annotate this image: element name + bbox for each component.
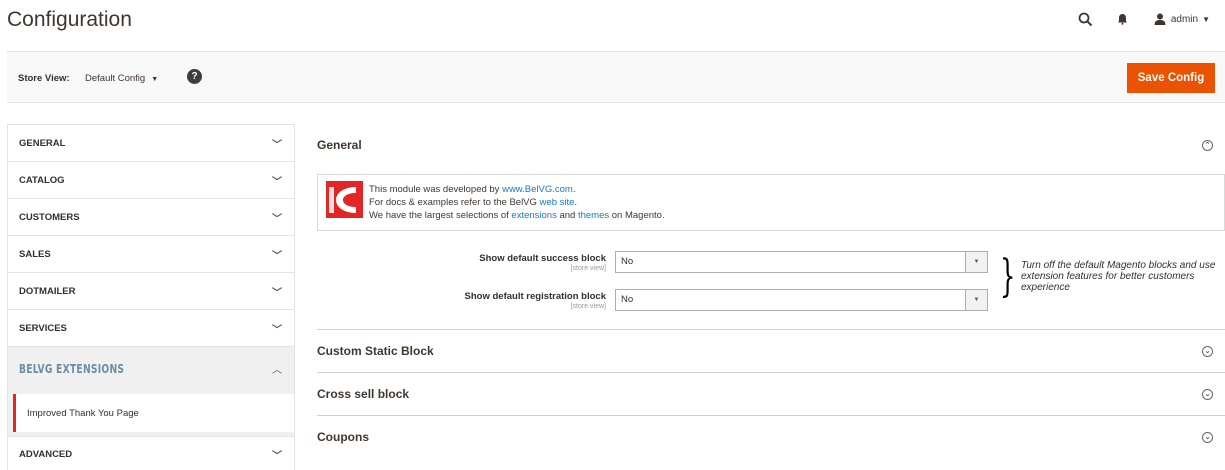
info-text: For docs & examples refer to the BelVG	[369, 197, 540, 208]
belvg-site-link[interactable]: www.BelVG.com	[502, 184, 573, 195]
field-scope: [store view]	[570, 303, 606, 310]
info-text: and	[556, 210, 578, 221]
sidebar-item-label: DOTMAILER	[19, 285, 76, 297]
sidebar-item-label: SERVICES	[19, 322, 67, 334]
store-view-switcher[interactable]: Default Config ▼	[85, 73, 158, 84]
header-actions: admin ▼	[1075, 10, 1210, 28]
module-info-text: This module was developed by www.BelVG.c…	[369, 183, 665, 222]
brace-icon: }	[1000, 251, 1016, 302]
store-view-bar: Store View: Default Config ▼ ? Save Confi…	[7, 51, 1225, 103]
store-view-value: Default Config	[85, 73, 146, 84]
help-icon[interactable]: ?	[187, 69, 202, 84]
page-title: Configuration	[7, 8, 132, 31]
info-text: We have the largest selections of	[369, 210, 512, 221]
search-icon[interactable]	[1075, 10, 1097, 28]
section-title: Cross sell block	[317, 387, 410, 401]
chevron-down-icon: ﹀	[272, 139, 282, 151]
chevron-down-icon: ▼	[965, 290, 987, 310]
admin-account-menu[interactable]: admin ▼	[1154, 13, 1210, 25]
registration-block-select[interactable]: No ▼	[615, 289, 988, 311]
sidebar-item-catalog[interactable]: CATALOG ﹀	[7, 161, 295, 198]
sidebar-item-services[interactable]: SERVICES ﹀	[7, 309, 295, 346]
select-value: No	[621, 294, 634, 305]
themes-link[interactable]: themes	[578, 210, 609, 221]
section-title: General	[317, 138, 362, 152]
sidebar-item-belvg-extensions[interactable]: BELVG EXTENSIONS ︿	[7, 346, 295, 390]
store-view-label: Store View:	[18, 73, 70, 84]
chevron-down-icon: ▼	[1202, 14, 1210, 24]
chevron-down-icon: ▼	[965, 252, 987, 272]
expand-icon: ⌄	[1202, 388, 1213, 400]
user-icon	[1154, 13, 1166, 25]
collapse-icon: ⌃	[1202, 139, 1213, 151]
success-block-select[interactable]: No ▼	[615, 251, 988, 273]
select-value: No	[621, 256, 634, 267]
section-title: Custom Static Block	[317, 344, 434, 358]
chevron-down-icon: ﹀	[272, 213, 282, 225]
save-config-button[interactable]: Save Config	[1127, 63, 1215, 93]
info-text: This module was developed by	[369, 184, 503, 195]
general-fields: Show default success block [store view] N…	[317, 231, 1225, 329]
expand-icon: ⌄	[1202, 345, 1213, 357]
expand-icon: ⌄	[1202, 431, 1213, 443]
field-label: Show default registration block [store vi…	[465, 292, 606, 311]
info-text: .	[572, 184, 576, 195]
sidebar-item-label: ADVANCED	[19, 449, 73, 460]
field-label-text: Show default success block	[479, 253, 606, 264]
belvg-logo	[326, 181, 363, 218]
field-scope: [store view]	[570, 265, 606, 272]
info-line: This module was developed by www.BelVG.c…	[369, 183, 665, 196]
chevron-down-icon: ▼	[151, 76, 159, 83]
sidebar-item-label: CATALOG	[19, 174, 65, 186]
sidebar-item-dotmailer[interactable]: DOTMAILER ﹀	[7, 272, 295, 309]
notifications-bell-icon[interactable]	[1112, 10, 1134, 28]
section-cross-sell-block-header[interactable]: Cross sell block ⌄	[317, 373, 1225, 415]
sidebar-item-general[interactable]: GENERAL ﹀	[7, 124, 295, 161]
module-info-box: This module was developed by www.BelVG.c…	[317, 174, 1225, 231]
sidebar-item-sales[interactable]: SALES ﹀	[7, 235, 295, 272]
sidebar-item-label: SALES	[19, 248, 51, 260]
sidebar-item-label: CUSTOMERS	[19, 211, 80, 223]
sidebar-subitem-improved-thank-you-page[interactable]: Improved Thank You Page	[13, 394, 294, 432]
chevron-down-icon: ﹀	[272, 287, 282, 299]
chevron-down-icon: ﹀	[272, 250, 282, 262]
sidebar-item-label: GENERAL	[19, 137, 66, 149]
config-main: General ⌃ This module was developed by w…	[317, 124, 1225, 458]
fields-note: Turn off the default Magento blocks and …	[1021, 260, 1216, 293]
info-text: .	[574, 197, 578, 208]
chevron-up-icon: ︿	[272, 365, 282, 376]
info-line: We have the largest selections of extens…	[369, 209, 665, 222]
section-general-header[interactable]: General ⌃	[317, 124, 1225, 166]
chevron-down-icon: ﹀	[272, 451, 282, 462]
chevron-down-icon: ﹀	[272, 176, 282, 188]
admin-username: admin	[1170, 13, 1199, 25]
field-label: Show default success block [store view]	[479, 254, 606, 273]
info-line: For docs & examples refer to the BelVG w…	[369, 196, 665, 209]
section-custom-static-block-header[interactable]: Custom Static Block ⌄	[317, 330, 1225, 372]
section-title: Coupons	[317, 430, 369, 444]
field-label-text: Show default registration block	[464, 291, 606, 302]
info-text: on Magento.	[609, 210, 665, 221]
sidebar-item-label: BELVG EXTENSIONS	[19, 361, 125, 376]
config-sidebar: GENERAL ﹀ CATALOG ﹀ CUSTOMERS ﹀ SALES ﹀ DOTM…	[7, 124, 295, 470]
extensions-link[interactable]: extensions	[511, 210, 556, 221]
chevron-down-icon: ﹀	[272, 324, 282, 336]
section-coupons-header[interactable]: Coupons ⌄	[317, 416, 1225, 458]
docs-link[interactable]: web site	[540, 197, 575, 208]
sidebar-item-advanced[interactable]: ADVANCED ﹀	[7, 436, 295, 470]
sidebar-subgroup: Improved Thank You Page	[7, 390, 295, 436]
sidebar-item-customers[interactable]: CUSTOMERS ﹀	[7, 198, 295, 235]
